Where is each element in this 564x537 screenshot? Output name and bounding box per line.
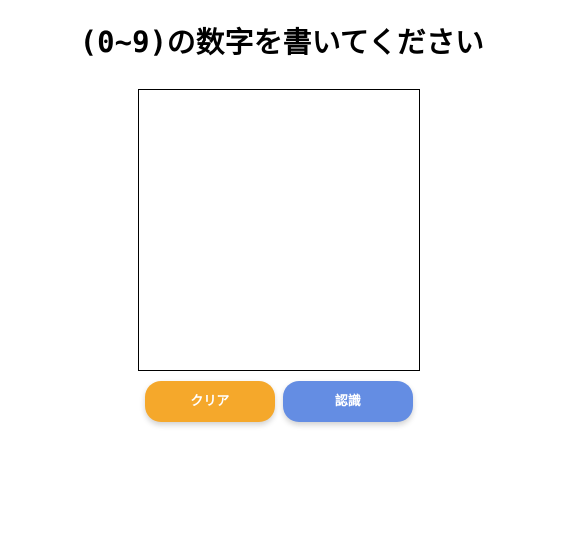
clear-button[interactable]: クリア (145, 381, 275, 422)
digit-recognition-page: (0~9)の数字を書いてください クリア 認識 (0, 0, 564, 537)
title-instruction: の数字を書いてください (167, 25, 485, 59)
digit-range-label: (0~9) (79, 25, 168, 59)
drawing-canvas[interactable] (138, 89, 420, 371)
page-title: (0~9)の数字を書いてください (0, 20, 564, 64)
recognize-button[interactable]: 認識 (283, 381, 413, 422)
